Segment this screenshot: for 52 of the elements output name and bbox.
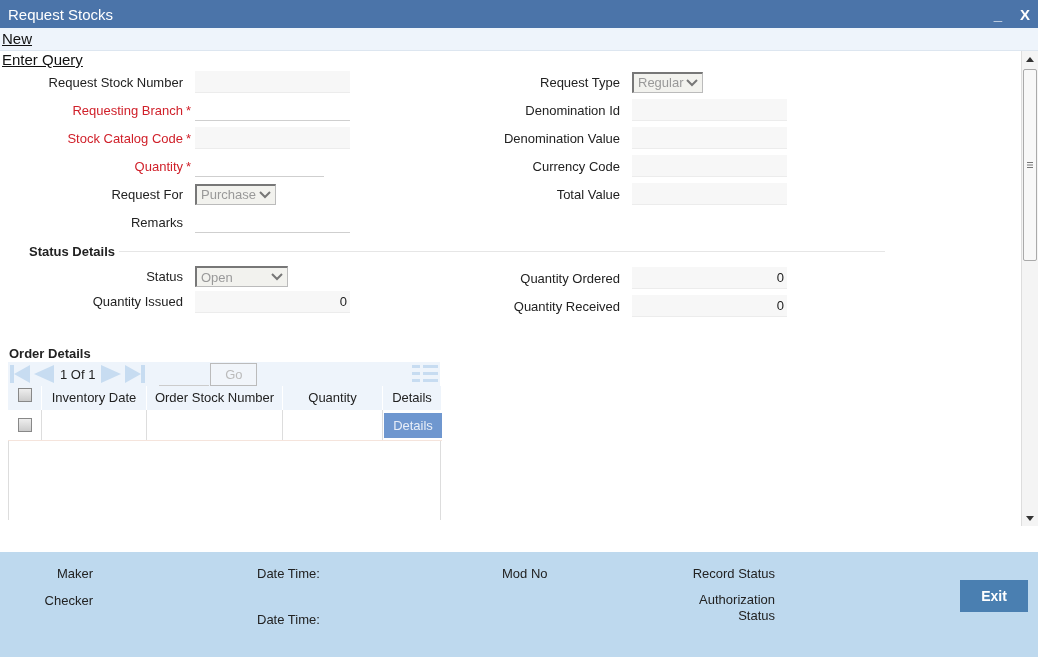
minimize-button[interactable]: _	[993, 5, 1002, 23]
column-header[interactable]: Quantity	[283, 386, 383, 410]
exit-button[interactable]: Exit	[960, 580, 1028, 612]
scroll-down-icon[interactable]	[1026, 515, 1034, 521]
field-label: Denomination Value	[502, 130, 620, 146]
text-field[interactable]: 0	[195, 290, 350, 313]
text-field[interactable]: 0	[632, 295, 787, 317]
section-heading: Order Details	[9, 346, 92, 362]
row-checkbox[interactable]	[17, 418, 32, 432]
field-label: Requesting Branch	[71, 102, 183, 118]
column-header[interactable]: Order Stock Number	[147, 386, 283, 410]
page-indicator: 1 Of 1	[60, 366, 96, 382]
scrollbar[interactable]	[1021, 51, 1038, 526]
chevron-down-icon	[686, 78, 698, 87]
select-all-checkbox[interactable]	[17, 388, 32, 402]
chevron-down-icon	[271, 273, 283, 281]
field-label: Total Value	[555, 186, 620, 202]
footer-label: Authorization Status	[698, 592, 775, 625]
column-header[interactable]: Details	[383, 386, 442, 410]
field-label: Request For	[110, 186, 183, 202]
column-header[interactable]: Inventory Date	[42, 386, 147, 410]
required-marker: *	[185, 130, 193, 146]
footer-label: Record Status	[691, 566, 775, 583]
required-marker: *	[185, 102, 193, 118]
footer-label: Date Time:	[257, 566, 321, 583]
columns-icon[interactable]	[412, 363, 438, 385]
field-label: Currency Code	[531, 158, 620, 174]
close-button[interactable]: X	[1020, 5, 1030, 23]
footer-label: Checker	[43, 593, 93, 610]
field-label: Stock Catalog Code	[66, 130, 183, 146]
scroll-up-icon[interactable]	[1026, 56, 1034, 62]
field-label: Request Stock Number	[47, 74, 183, 90]
field-label: Quantity Ordered	[519, 270, 620, 286]
field-label: Quantity Received	[512, 298, 620, 314]
last-page-icon[interactable]	[123, 363, 148, 385]
field-label: Denomination Id	[524, 102, 620, 118]
enter-query-link[interactable]: Enter Query	[2, 51, 83, 69]
footer-label: Maker	[55, 566, 93, 583]
chevron-down-icon	[259, 190, 271, 199]
field-label: Remarks	[130, 214, 183, 230]
window-title: Request Stocks	[8, 5, 115, 23]
new-link[interactable]: New	[2, 30, 32, 48]
required-marker: *	[185, 158, 193, 174]
grip-icon	[1027, 162, 1033, 168]
field-label: Request Type	[539, 74, 620, 90]
section-heading: Status Details	[29, 243, 116, 259]
field-label: Quantity	[133, 158, 183, 174]
field-label: Status	[145, 269, 183, 284]
text-field[interactable]: 0	[632, 267, 787, 289]
field-label: Quantity Issued	[91, 294, 183, 309]
footer-label: Mod No	[502, 566, 549, 583]
footer-label: Date Time:	[257, 612, 321, 629]
